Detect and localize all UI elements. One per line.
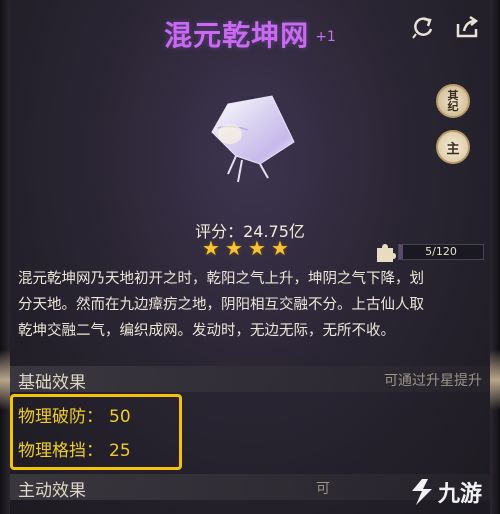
fragment-bar: 5/120 xyxy=(398,244,484,260)
item-description: 混元乾坤网乃天地初开之时，乾阳之气上升，坤阴之气下降，划 分天地。然而在九边瘴疠… xyxy=(18,266,484,344)
panel-right-edge xyxy=(490,0,500,514)
qiji-badge-label: 其纪 xyxy=(447,89,459,113)
watermark-logo: 九游 xyxy=(408,476,482,508)
fragment-count: 5/120 xyxy=(425,245,457,258)
description-line: 分天地。然而在九边瘴疠之地，阴阳相互交融不分。上古仙人取 xyxy=(18,297,424,313)
stat-physical-block: 物理格挡： 25 xyxy=(18,436,131,461)
stat-value: 50 xyxy=(109,407,131,427)
stat-label: 物理格挡： xyxy=(18,441,103,461)
next-item-arrow[interactable] xyxy=(490,350,500,410)
base-effect-title: 基础效果 xyxy=(18,373,86,393)
base-effect-hint: 可通过升星提升 xyxy=(384,373,482,389)
stat-physical-penetration: 物理破防： 50 xyxy=(18,402,131,427)
qiji-badge[interactable]: 其纪 xyxy=(436,84,470,118)
main-badge-label: 主 xyxy=(446,141,460,157)
panel-left-edge xyxy=(0,0,10,514)
star-icon: ★ xyxy=(271,236,289,260)
net-artifact-icon xyxy=(211,95,295,183)
active-effect-title: 主动效果 xyxy=(18,481,86,501)
base-effect-header: 基础效果 可通过升星提升 xyxy=(10,366,490,393)
refresh-icon xyxy=(412,17,433,39)
stat-label: 物理破防： xyxy=(18,407,103,427)
description-line: 混元乾坤网乃天地初开之时，乾阳之气上升，坤阴之气下降，划 xyxy=(18,271,424,287)
active-effect-hint: 可 xyxy=(316,481,330,497)
star-rating: ★ ★ ★ ★ xyxy=(202,238,291,258)
watermark-text: 九游 xyxy=(438,482,483,507)
reset-button[interactable] xyxy=(408,12,438,42)
item-level: +1 xyxy=(315,29,336,45)
main-badge[interactable]: 主 xyxy=(436,130,470,164)
description-line: 乾坤交融二气，编织成网。发动时，无边无际，无所不收。 xyxy=(18,323,395,339)
prev-item-arrow[interactable] xyxy=(0,350,10,410)
item-name: 混元乾坤网 xyxy=(164,19,310,52)
share-icon xyxy=(456,15,479,38)
share-button[interactable] xyxy=(452,12,482,42)
puzzle-piece-icon xyxy=(377,244,396,262)
star-icon: ★ xyxy=(202,236,220,260)
stat-value: 25 xyxy=(109,441,131,461)
fragment-progress: 5/120 xyxy=(374,242,484,262)
star-icon: ★ xyxy=(225,236,243,260)
star-icon: ★ xyxy=(248,236,266,260)
jiuyou-logo-icon xyxy=(412,479,432,505)
